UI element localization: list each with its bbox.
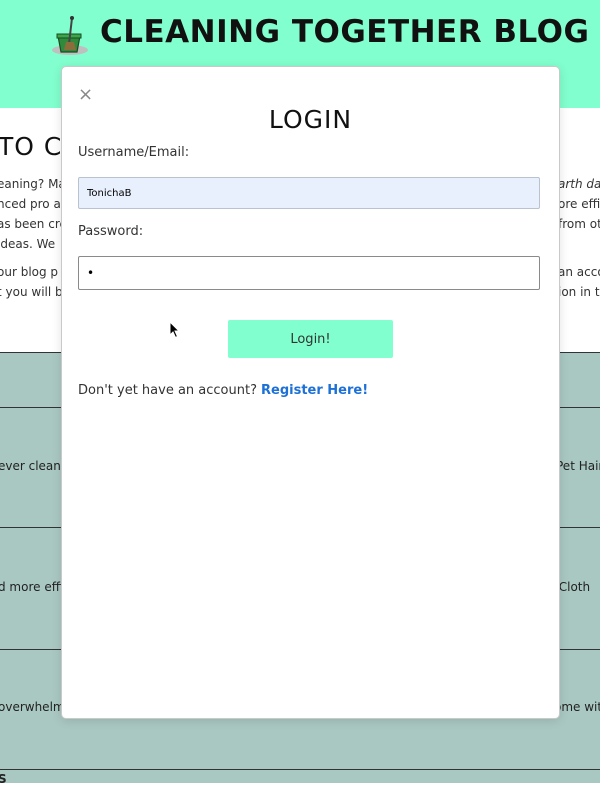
intro-text: ore effic <box>558 197 600 211</box>
mouse-cursor-icon <box>169 321 181 339</box>
register-prompt-text: Don't yet have an account? <box>78 383 257 398</box>
intro-text: ion in t <box>558 285 600 299</box>
intro-text: as been cre <box>0 217 67 231</box>
password-label: Password: <box>78 224 144 239</box>
intro-text: nced pro a <box>0 197 61 211</box>
site-title: CLEANING TOGETHER BLOG <box>100 14 590 50</box>
intro-text: from ot <box>558 217 600 231</box>
register-prompt: Don't yet have an account? Register Here! <box>78 383 368 398</box>
username-label: Username/Email: <box>78 145 190 160</box>
register-link[interactable]: Register Here! <box>261 383 368 398</box>
intro-text: our blog p <box>0 265 59 279</box>
post-snippet: S <box>0 772 7 786</box>
divider <box>0 769 600 770</box>
intro-text: eaning? Ma <box>0 177 66 191</box>
post-snippet[interactable]: Pet Hair <box>556 459 600 473</box>
username-input[interactable] <box>78 177 540 209</box>
intro-heading: TO C <box>0 132 63 161</box>
intro-text: ideas. We <box>0 237 56 251</box>
login-modal: × LOGIN Username/Email: Password: Login!… <box>61 66 560 719</box>
intro-text: an acco <box>558 265 600 279</box>
intro-text: t you will b <box>0 285 63 299</box>
modal-title: LOGIN <box>268 105 353 134</box>
login-button[interactable]: Login! <box>228 320 393 358</box>
password-input[interactable] <box>78 256 540 290</box>
post-snippet[interactable]: ome wit <box>554 700 600 714</box>
bucket-broom-icon <box>52 16 88 55</box>
intro-text: arth da <box>558 177 600 191</box>
post-snippet[interactable]: d more effi <box>0 580 63 594</box>
close-icon[interactable]: × <box>78 85 93 105</box>
post-snippet[interactable]: overwhelmi <box>0 700 68 714</box>
